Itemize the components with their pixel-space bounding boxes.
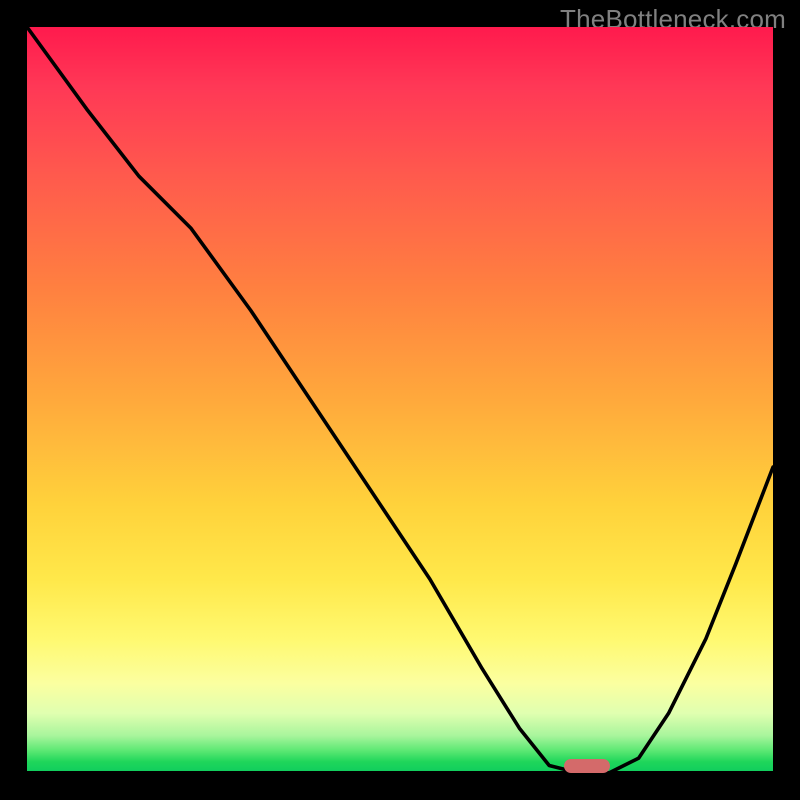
optimal-point-marker	[564, 759, 610, 773]
bottleneck-curve	[27, 27, 773, 773]
plot-area	[27, 27, 773, 773]
x-axis-baseline	[27, 771, 773, 773]
chart-frame: TheBottleneck.com	[0, 0, 800, 800]
